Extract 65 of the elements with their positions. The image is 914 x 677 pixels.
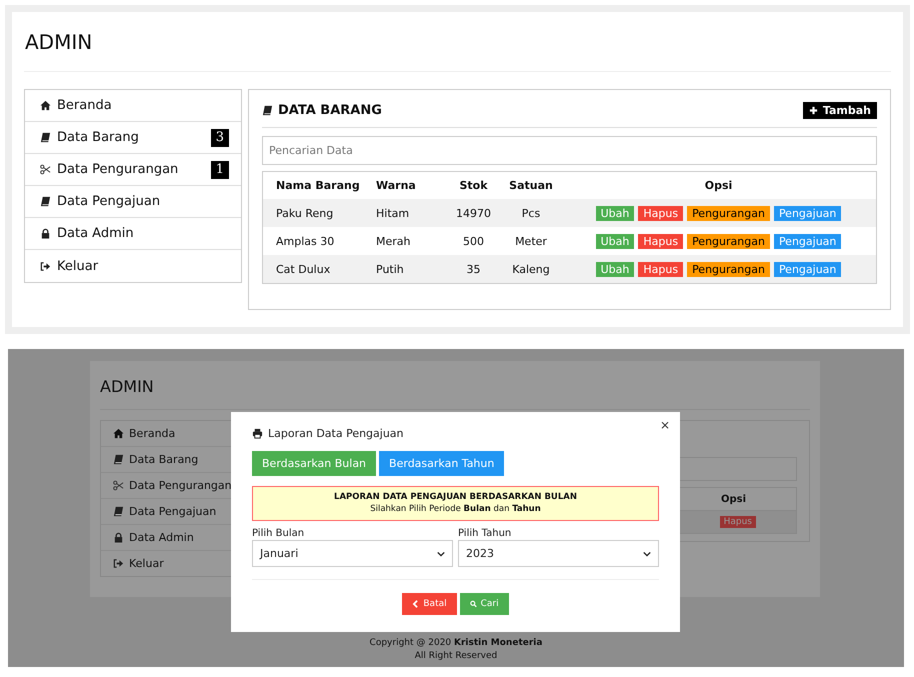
- column-header: Opsi: [561, 172, 876, 199]
- book-icon: [113, 454, 124, 465]
- action-button[interactable]: Pengurangan: [687, 262, 770, 276]
- add-button[interactable]: Tambah: [802, 102, 877, 119]
- exit-icon: [40, 260, 51, 272]
- panel-title: DATA BARANG: [278, 103, 382, 118]
- action-button[interactable]: Hapus: [638, 262, 684, 276]
- table-cell: 500: [446, 227, 501, 255]
- book-icon: [262, 105, 273, 116]
- lock-icon: [113, 532, 124, 543]
- table-cell: Kaleng: [501, 255, 561, 284]
- column-header: Satuan: [501, 172, 561, 199]
- notice-text: Silahkan Pilih Periode Bulan dan Tahun: [369, 503, 542, 515]
- sidebar-item[interactable]: Data Admin: [25, 218, 241, 250]
- table-cell: Putih: [376, 255, 446, 284]
- table-cell: Amplas 30: [262, 227, 376, 255]
- column-header: Nama Barang: [262, 172, 376, 199]
- table-cell: Meter: [501, 227, 561, 255]
- column-header: Stok: [446, 172, 501, 199]
- search-icon: [470, 600, 477, 608]
- column-header: Warna: [376, 172, 446, 199]
- sidebar-item[interactable]: Keluar: [25, 250, 241, 282]
- home-icon: [113, 428, 124, 439]
- page-title: ADMIN: [25, 30, 94, 54]
- count-badge: 3: [210, 128, 229, 146]
- chevron-icon: [643, 550, 651, 556]
- sidebar-item[interactable]: Data Barang 3: [25, 122, 241, 154]
- table-cell: Cat Dulux: [262, 255, 376, 284]
- column-header: Opsi: [720, 494, 746, 504]
- copyright-text: Copyright @ 2020 Kristin Moneteria: [368, 637, 544, 650]
- plus-icon: [808, 106, 818, 115]
- notice-heading: LAPORAN DATA PENGAJUAN BERDASARKAN BULAN: [333, 491, 578, 503]
- sidebar-item[interactable]: Data Pengajuan: [25, 186, 241, 218]
- search-field[interactable]: Pencarian Data: [262, 136, 877, 165]
- table-cell: Pcs: [501, 199, 561, 227]
- chevron-left-icon: [412, 600, 420, 608]
- scissors-icon: [113, 480, 124, 491]
- action-button[interactable]: Hapus: [638, 234, 684, 248]
- rights-text: All Right Reserved: [414, 650, 498, 663]
- printer-icon: [252, 428, 263, 438]
- table-cell: 14970: [446, 199, 501, 227]
- select-field[interactable]: Januari: [252, 540, 453, 567]
- action-button[interactable]: Hapus: [638, 206, 684, 220]
- book-icon: [40, 132, 51, 143]
- select-field[interactable]: 2023: [458, 540, 659, 567]
- action-button[interactable]: Pengurangan: [687, 206, 770, 220]
- action-button[interactable]: Pengurangan: [687, 234, 770, 248]
- table-cell: 35: [446, 255, 501, 284]
- page-title: ADMIN: [100, 377, 155, 397]
- table-cell: Merah: [376, 227, 446, 255]
- count-badge: 1: [210, 160, 229, 178]
- cancel-button[interactable]: Batal: [402, 593, 457, 615]
- lock-icon: [40, 228, 51, 239]
- field-label: Pilih Tahun: [458, 527, 512, 540]
- book-icon: [113, 506, 124, 517]
- sidebar-item[interactable]: Data Pengurangan 1: [25, 154, 241, 186]
- book-icon: [40, 196, 51, 207]
- close-button[interactable]: ×: [660, 418, 670, 432]
- sidebar-item[interactable]: Beranda: [25, 90, 241, 122]
- table-cell: Hitam: [376, 199, 446, 227]
- exit-icon: [113, 558, 124, 569]
- table-cell: Paku Reng: [262, 199, 376, 227]
- scissors-icon: [40, 164, 51, 175]
- chevron-icon: [437, 550, 445, 556]
- home-icon: [40, 100, 51, 111]
